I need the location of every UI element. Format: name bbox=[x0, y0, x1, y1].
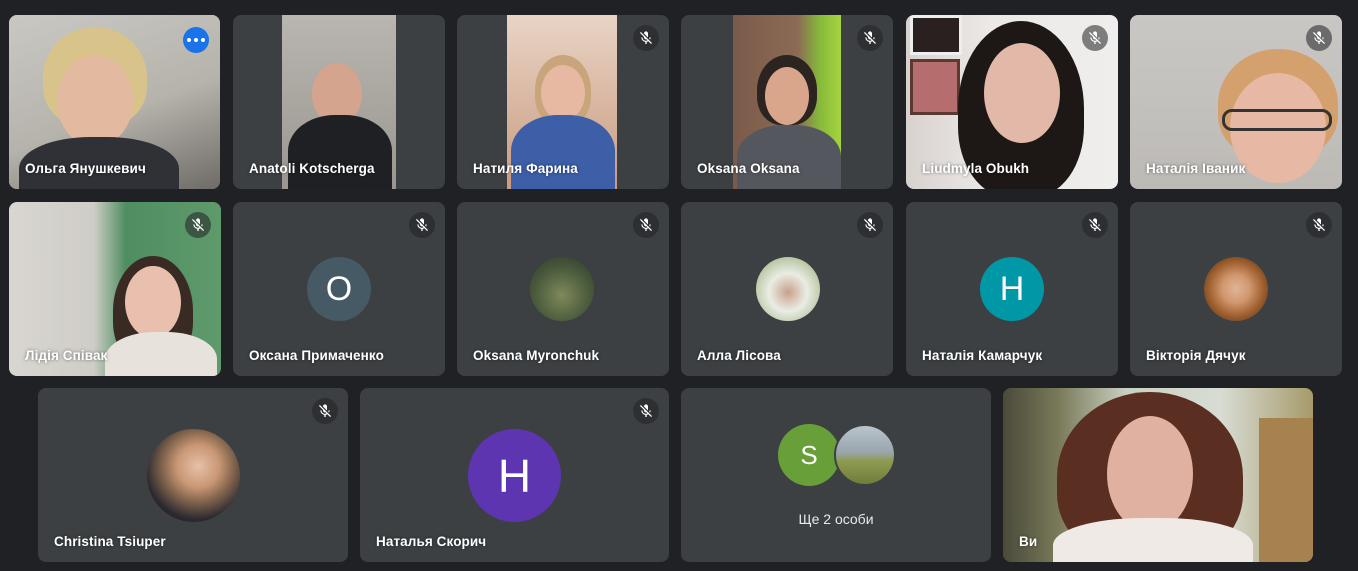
glasses bbox=[1222, 109, 1332, 131]
participant-name: Лідія Співак bbox=[25, 348, 108, 363]
participant-name: Наталія Іваник bbox=[1146, 161, 1246, 176]
participant-tile-oksana-oksana[interactable]: Oksana Oksana bbox=[681, 15, 893, 189]
participant-tile-natalia-kamarchuk[interactable]: Н Наталія Камарчук bbox=[906, 202, 1118, 376]
mic-off-icon bbox=[633, 398, 659, 424]
mic-off-icon bbox=[633, 25, 659, 51]
avatar: Н bbox=[468, 429, 561, 522]
participant-tile-olga[interactable]: Ольга Янушкевич bbox=[9, 15, 220, 189]
participant-name: Oksana Myronchuk bbox=[473, 348, 600, 363]
participant-name: Оксана Примаченко bbox=[249, 348, 384, 363]
participant-tile-christina[interactable]: Christina Tsiuper bbox=[38, 388, 348, 562]
mic-off-icon bbox=[1082, 212, 1108, 238]
mic-off-icon bbox=[1082, 25, 1108, 51]
wall-picture bbox=[910, 15, 962, 55]
participant-tile-natalia-skorych[interactable]: Н Наталья Скорич bbox=[360, 388, 669, 562]
participant-face bbox=[984, 43, 1060, 143]
participant-tile-lidia[interactable]: Лідія Співак bbox=[9, 202, 221, 376]
participant-name: Вікторія Дячук bbox=[1146, 348, 1246, 363]
participant-face bbox=[125, 266, 181, 338]
participant-name: Наталія Камарчук bbox=[922, 348, 1043, 363]
participant-name: Oksana Oksana bbox=[697, 161, 800, 176]
participant-tile-oksana-myronchuk[interactable]: Oksana Myronchuk bbox=[457, 202, 669, 376]
participant-name: Christina Tsiuper bbox=[54, 534, 166, 549]
more-options-icon[interactable] bbox=[183, 27, 209, 53]
avatar: S bbox=[778, 424, 840, 486]
participant-name: Ольга Янушкевич bbox=[25, 161, 146, 176]
mic-off-icon bbox=[857, 25, 883, 51]
avatar bbox=[147, 429, 240, 522]
participant-face bbox=[57, 55, 133, 147]
mic-off-icon bbox=[1306, 25, 1332, 51]
mic-off-icon bbox=[1306, 212, 1332, 238]
others-label: Ще 2 особи bbox=[798, 511, 874, 527]
participant-name: Ви bbox=[1019, 534, 1038, 549]
participant-body bbox=[288, 115, 392, 189]
participant-name: Наталья Скорич bbox=[376, 534, 487, 549]
wall-picture bbox=[910, 59, 960, 115]
avatar: Н bbox=[980, 257, 1044, 321]
mic-off-icon bbox=[409, 212, 435, 238]
participant-tile-oksana-prymachenko[interactable]: О Оксана Примаченко bbox=[233, 202, 445, 376]
mic-off-icon bbox=[312, 398, 338, 424]
mic-off-icon bbox=[185, 212, 211, 238]
participant-face bbox=[765, 67, 809, 125]
participant-tile-natalia-ivanyk[interactable]: Наталія Іваник bbox=[1130, 15, 1342, 189]
participant-tile-viktoria[interactable]: Вікторія Дячук bbox=[1130, 202, 1342, 376]
participant-tile-anatoli[interactable]: Anatoli Kotscherga bbox=[233, 15, 445, 189]
others-tile[interactable]: S Ще 2 особи bbox=[681, 388, 991, 562]
participant-body bbox=[105, 332, 217, 376]
mic-off-icon bbox=[633, 212, 659, 238]
participant-tile-liudmyla[interactable]: Liudmyla Obukh bbox=[906, 15, 1118, 189]
participant-face bbox=[1107, 416, 1193, 532]
window-frame bbox=[1259, 418, 1313, 562]
participant-name: Liudmyla Obukh bbox=[922, 161, 1030, 176]
participant-tile-self[interactable]: Ви bbox=[1003, 388, 1313, 562]
participant-name: Натиля Фарина bbox=[473, 161, 578, 176]
participant-tile-alla[interactable]: Алла Лісова bbox=[681, 202, 893, 376]
avatar bbox=[530, 257, 594, 321]
participant-body bbox=[1053, 518, 1253, 562]
participant-body bbox=[511, 115, 615, 189]
mic-off-icon bbox=[857, 212, 883, 238]
participant-name: Алла Лісова bbox=[697, 348, 781, 363]
participant-tile-natilia[interactable]: Натиля Фарина bbox=[457, 15, 669, 189]
participant-face bbox=[541, 65, 585, 121]
participant-body bbox=[737, 125, 841, 189]
avatar bbox=[1204, 257, 1268, 321]
avatar bbox=[756, 257, 820, 321]
avatar: О bbox=[307, 257, 371, 321]
participant-name: Anatoli Kotscherga bbox=[249, 161, 375, 176]
avatar bbox=[834, 424, 896, 486]
